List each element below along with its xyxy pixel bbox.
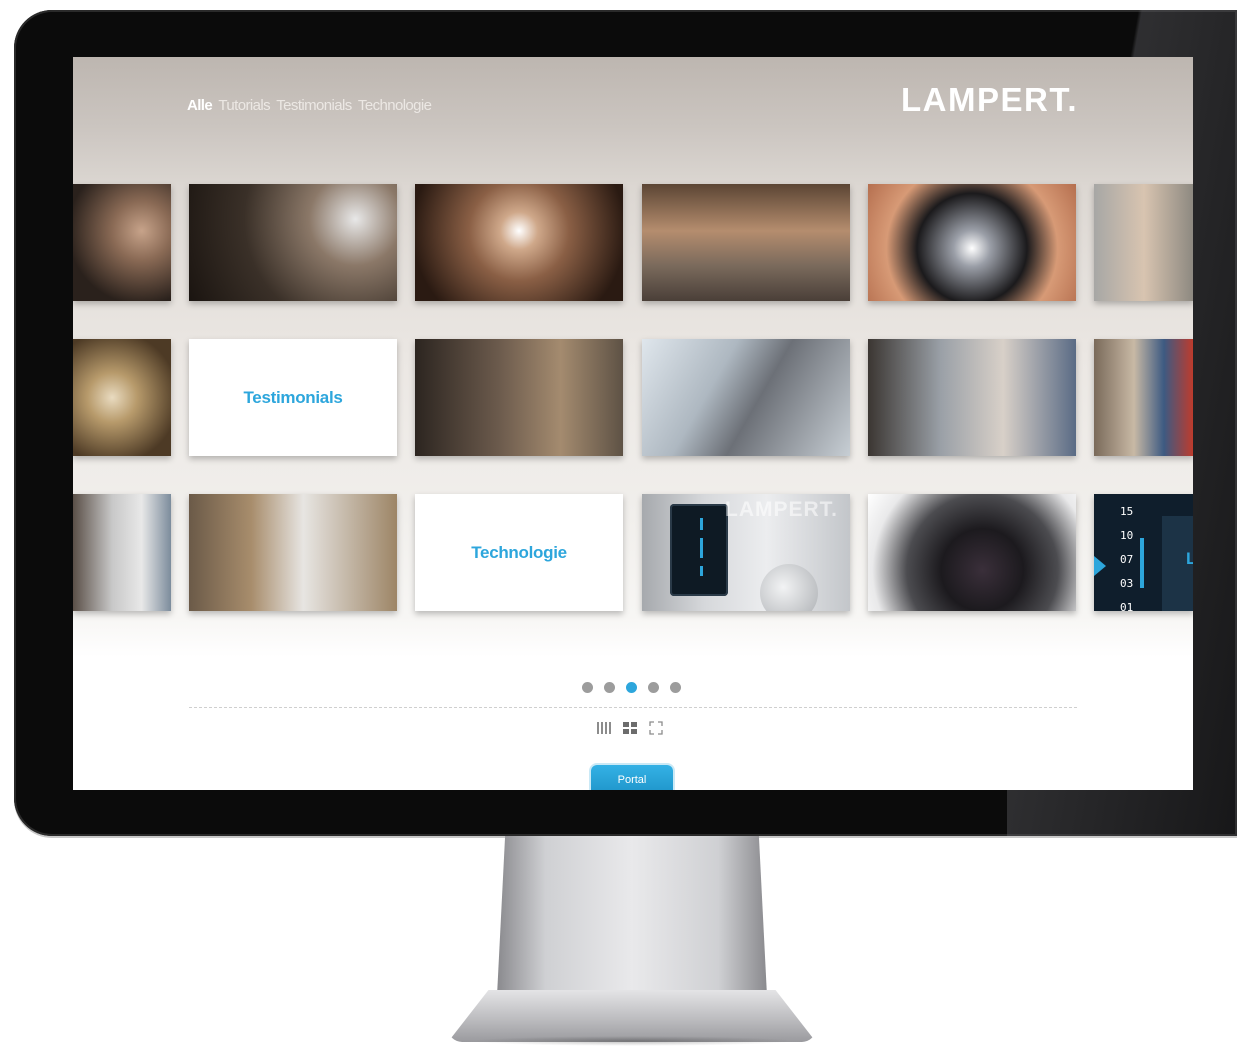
tile-microscope-testimonial[interactable] xyxy=(415,339,623,456)
screen-tick: 10 xyxy=(1120,529,1134,542)
brand-logo[interactable]: LAMPERT. xyxy=(901,81,1078,119)
device-display-panel xyxy=(670,504,728,596)
top-nav: Alle Tutorials Testimonials Technologie xyxy=(187,97,434,114)
monitor-stand-neck xyxy=(497,836,767,996)
page-dot-5[interactable] xyxy=(670,682,681,693)
view-mode-switcher xyxy=(597,721,663,735)
tile-microscope-lens[interactable] xyxy=(868,494,1076,611)
device-knob xyxy=(760,564,818,611)
screen-tick-labels: 15 10 07 03 01 xyxy=(1120,500,1133,611)
nav-item-technologie[interactable]: Technologie xyxy=(358,97,432,114)
nav-item-tutorials[interactable]: Tutorials xyxy=(218,97,270,114)
tile-dentist-microscope[interactable] xyxy=(189,494,397,611)
testimonials-card-label: Testimonials xyxy=(243,387,343,407)
tile-technologie-card[interactable]: Technologie xyxy=(415,494,623,611)
tile-jewelry-closeup[interactable] xyxy=(73,339,171,456)
tile-lab-technician[interactable] xyxy=(73,494,171,611)
tile-craftsman-testimonial[interactable] xyxy=(868,339,1076,456)
pagination xyxy=(582,682,681,693)
divider xyxy=(189,707,1077,708)
page-dot-2[interactable] xyxy=(604,682,615,693)
page-dot-4[interactable] xyxy=(648,682,659,693)
screen-tick: 15 xyxy=(1120,505,1134,518)
tile-sculptor-testimonial[interactable] xyxy=(1094,339,1193,456)
screen-tick: 07 xyxy=(1120,553,1134,566)
tile-device-photo[interactable]: LAMPERT. xyxy=(642,494,850,611)
list-view-icon[interactable] xyxy=(597,721,611,735)
grid-view-icon[interactable] xyxy=(623,721,637,735)
monitor-stand-shadow xyxy=(470,1036,795,1046)
nav-item-testimonials[interactable]: Testimonials xyxy=(276,97,352,114)
tile-metal-bar-welding[interactable] xyxy=(642,184,850,301)
screen-level-bar xyxy=(1140,538,1144,588)
tile-touchscreen-ui[interactable]: 15 10 07 03 01 L xyxy=(1094,494,1193,611)
tile-workshop-testimonial[interactable] xyxy=(642,339,850,456)
page-dot-1[interactable] xyxy=(582,682,593,693)
monitor-stand-foot xyxy=(448,990,816,1042)
page-dot-3[interactable] xyxy=(626,682,637,693)
technologie-card-label: Technologie xyxy=(471,542,567,562)
tile-jewelry-engraving[interactable] xyxy=(73,184,171,301)
tile-filigree-welding[interactable] xyxy=(189,184,397,301)
fullscreen-icon[interactable] xyxy=(649,721,663,735)
tile-hand-welding[interactable] xyxy=(1094,184,1193,301)
nav-item-alle[interactable]: Alle xyxy=(187,97,213,114)
portal-button[interactable]: Portal xyxy=(591,765,673,790)
screen-arrow-icon xyxy=(1094,556,1106,576)
device-logo: LAMPERT. xyxy=(725,498,838,521)
screen-tick: 01 xyxy=(1120,601,1134,611)
screen-mark: L xyxy=(1186,549,1193,568)
tile-testimonials-card[interactable]: Testimonials xyxy=(189,339,397,456)
tile-welding-tip[interactable] xyxy=(868,184,1076,301)
tile-ring-welding[interactable] xyxy=(415,184,623,301)
screen-tick: 03 xyxy=(1120,577,1134,590)
screen: Alle Tutorials Testimonials Technologie … xyxy=(73,57,1193,790)
